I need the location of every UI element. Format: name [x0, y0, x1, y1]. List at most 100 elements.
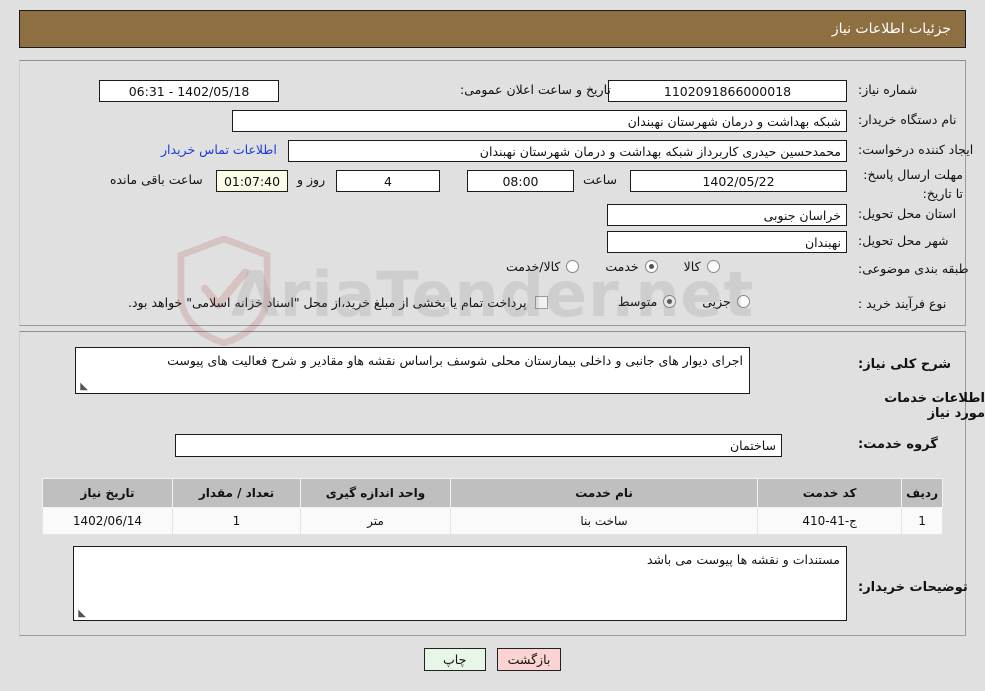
province-label-row: استان محل تحویل:: [858, 206, 956, 221]
buyer-notes-label: توضیحات خریدار:: [858, 580, 968, 595]
public-announce-field[interactable]: 1402/05/18 - 06:31: [99, 80, 279, 102]
treasury-checkbox-row[interactable]: پرداخت تمام یا بخشی از مبلغ خرید،از محل …: [128, 295, 548, 310]
province-field[interactable]: خراسان جنوبی: [607, 204, 847, 226]
cell-quantity: 1: [172, 507, 301, 535]
category-label-row: طبقه بندی موضوعی:: [858, 261, 969, 276]
resize-grip-icon[interactable]: ◣: [78, 382, 88, 392]
treasury-checkbox-label: پرداخت تمام یا بخشی از مبلغ خرید،از محل …: [128, 295, 527, 310]
service-group-label: گروه خدمت:: [858, 437, 938, 452]
table-row[interactable]: 1 ج-41-410 ساخت بنا متر 1 1402/06/14: [42, 507, 943, 535]
hour-label-row: ساعت: [583, 172, 617, 187]
page-title: جزئیات اطلاعات نیاز: [831, 21, 951, 37]
cell-unit: متر: [300, 507, 451, 535]
creator-field[interactable]: محمدحسین حیدری کاربرداز شبکه بهداشت و در…: [288, 140, 847, 162]
process-label-row: نوع فرآیند خرید :: [858, 296, 946, 311]
process-option-motevaset-label: متوسط: [618, 294, 658, 309]
col-need-date: تاریخ نیاز: [42, 478, 173, 508]
radio-icon-motevaset[interactable]: [663, 295, 677, 308]
public-announce-label: تاریخ و ساعت اعلان عمومی:: [460, 82, 611, 97]
col-index: ردیف: [901, 478, 943, 508]
creator-value: محمدحسین حیدری کاربرداز شبکه بهداشت و در…: [479, 143, 841, 159]
province-value: خراسان جنوبی: [763, 207, 841, 223]
buyer-org-label: نام دستگاه خریدار:: [858, 112, 957, 127]
col-service-name: نام خدمت: [449, 478, 759, 508]
radio-icon-kala[interactable]: [706, 260, 720, 273]
general-desc-textarea[interactable]: اجرای دیوار های جانبی و داخلی بیمارستان …: [75, 347, 750, 394]
category-option-kala[interactable]: کالا: [684, 259, 720, 274]
process-option-motevaset[interactable]: متوسط: [618, 294, 677, 309]
category-option-khedmat-label: خدمت: [605, 259, 639, 274]
cell-index: 1: [901, 507, 943, 535]
process-option-jozei[interactable]: جزیی: [702, 294, 750, 309]
creator-label-row: ایجاد کننده درخواست:: [858, 142, 973, 157]
hour-label: ساعت: [583, 172, 618, 187]
page-root: جزئیات اطلاعات نیاز شماره نیاز: 11020918…: [0, 0, 985, 691]
service-group-label-row: گروه خدمت:: [858, 437, 938, 452]
radio-icon-jozei[interactable]: [736, 295, 750, 308]
checkbox-icon-treasury[interactable]: [534, 296, 548, 309]
days-remaining-value: 4: [384, 173, 392, 189]
table-header-row: ردیف کد خدمت نام خدمت واحد اندازه گیری ت…: [42, 478, 943, 508]
service-group-value: ساختمان: [730, 438, 776, 453]
cell-need-date: 1402/06/14: [42, 507, 173, 535]
hours-remaining-label: ساعت باقی مانده: [110, 172, 203, 187]
general-desc-value: اجرای دیوار های جانبی و داخلی بیمارستان …: [167, 353, 743, 368]
province-label: استان محل تحویل:: [858, 206, 957, 221]
col-unit: واحد اندازه گیری: [300, 478, 451, 508]
need-number-label-row: شماره نیاز:: [858, 82, 917, 97]
contact-link-row[interactable]: اطلاعات تماس خریدار: [161, 142, 277, 157]
print-button[interactable]: چاپ: [423, 648, 486, 671]
deadline-label: مهلت ارسال پاسخ: تا تاریخ:: [863, 167, 963, 201]
category-option-khedmat[interactable]: خدمت: [605, 259, 658, 274]
process-option-jozei-label: جزیی: [702, 294, 731, 309]
services-table: ردیف کد خدمت نام خدمت واحد اندازه گیری ت…: [42, 478, 943, 535]
buyer-notes-label-row: توضیحات خریدار:: [858, 580, 968, 595]
days-and-label: روز و: [297, 172, 326, 187]
days-and-label-row: روز و: [297, 172, 325, 187]
need-number-value: 1102091866000018: [663, 83, 792, 99]
creator-label: ایجاد کننده درخواست:: [858, 142, 974, 157]
col-service-code: کد خدمت: [757, 478, 903, 508]
cell-service-name: ساخت بنا: [449, 507, 759, 535]
buyer-org-field[interactable]: شبکه بهداشت و درمان شهرستان نهبندان: [232, 110, 847, 132]
public-announce-label-row: تاریخ و ساعت اعلان عمومی:: [460, 82, 611, 97]
city-label: شهر محل تحویل:: [858, 233, 949, 248]
page-header: جزئیات اطلاعات نیاز: [19, 10, 966, 48]
buyer-org-value: شبکه بهداشت و درمان شهرستان نهبندان: [627, 113, 841, 129]
countdown-timer: 01:07:40: [216, 170, 288, 192]
need-number-label: شماره نیاز:: [858, 82, 918, 97]
category-option-kala-khedmat-label: کالا/خدمت: [506, 259, 561, 274]
service-group-field[interactable]: ساختمان: [175, 434, 782, 457]
general-desc-label-row: شرح کلی نیاز:: [858, 357, 951, 372]
col-quantity: تعداد / مقدار: [172, 478, 301, 508]
category-label: طبقه بندی موضوعی:: [858, 261, 969, 276]
back-button[interactable]: بازگشت: [496, 648, 562, 671]
category-radio-group: کالا خدمت کالا/خدمت: [480, 259, 720, 274]
buyer-org-label-row: نام دستگاه خریدار:: [858, 112, 956, 127]
deadline-date-field[interactable]: 1402/05/22: [630, 170, 847, 192]
services-section-heading: اطلاعات خدمات مورد نیاز: [884, 391, 985, 421]
cell-service-code: ج-41-410: [757, 507, 903, 535]
deadline-time-field[interactable]: 08:00: [467, 170, 574, 192]
days-remaining-field[interactable]: 4: [336, 170, 440, 192]
radio-icon-kala-khedmat[interactable]: [566, 260, 580, 273]
public-announce-value: 1402/05/18 - 06:31: [128, 83, 250, 99]
process-radio-group: جزیی متوسط: [592, 294, 750, 309]
process-label: نوع فرآیند خرید :: [858, 296, 947, 311]
services-table-wrapper: ردیف کد خدمت نام خدمت واحد اندازه گیری ت…: [42, 478, 943, 535]
city-value: نهبندان: [805, 234, 841, 250]
resize-grip-icon-notes[interactable]: ◣: [76, 609, 86, 619]
hours-remaining-label-row: ساعت باقی مانده: [110, 172, 203, 187]
buyer-notes-value: مستندات و نقشه ها پیوست می باشد: [646, 552, 840, 567]
general-desc-label: شرح کلی نیاز:: [858, 357, 952, 372]
deadline-time-value: 08:00: [502, 173, 539, 189]
city-field[interactable]: نهبندان: [607, 231, 847, 253]
buyer-contact-link[interactable]: اطلاعات تماس خریدار: [161, 142, 277, 157]
buyer-notes-textarea[interactable]: مستندات و نقشه ها پیوست می باشد ◣: [73, 546, 847, 621]
deadline-date-value: 1402/05/22: [702, 173, 775, 189]
action-button-bar: بازگشت چاپ: [0, 648, 985, 671]
category-option-kala-khedmat[interactable]: کالا/خدمت: [506, 259, 580, 274]
need-number-field[interactable]: 1102091866000018: [608, 80, 847, 102]
deadline-label-row: مهلت ارسال پاسخ: تا تاریخ:: [858, 166, 963, 204]
radio-icon-khedmat[interactable]: [644, 260, 658, 273]
